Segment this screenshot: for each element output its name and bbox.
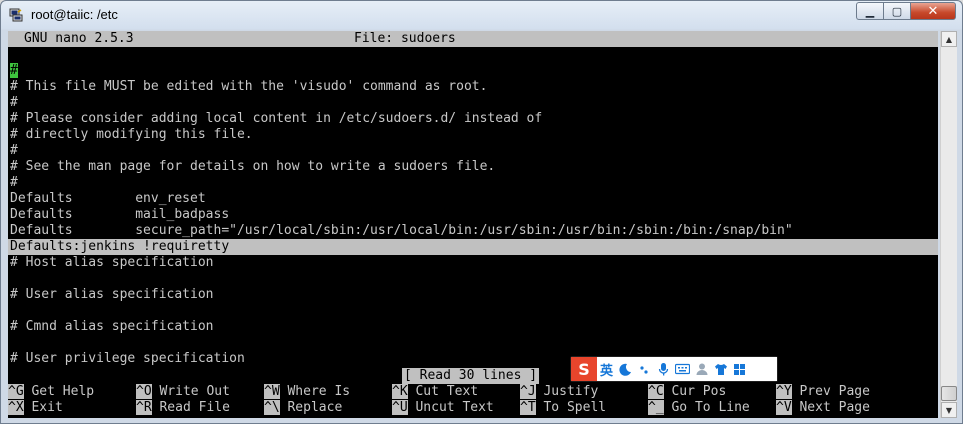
text-line: # User alias specification xyxy=(10,287,214,302)
shortcut-label: Where Is xyxy=(287,384,351,399)
shortcut-label: Cur Pos xyxy=(671,384,727,399)
shortcut-replace[interactable]: ^\ Replace xyxy=(264,400,342,416)
nano-version: GNU nano 2.5.3 xyxy=(24,31,134,46)
text-line: Defaults secure_path="/usr/local/sbin:/u… xyxy=(10,223,793,238)
text-cursor: # xyxy=(10,63,18,78)
shortcut-label: Justify xyxy=(543,384,599,399)
shortcut-uncut-text[interactable]: ^U Uncut Text xyxy=(392,400,494,416)
text-line: # This file MUST be edited with the 'vis… xyxy=(10,79,488,94)
shortcut-label: Cut Text xyxy=(415,384,479,399)
text-line: # See the man page for details on how to… xyxy=(10,159,496,174)
shortcut-key: ^V xyxy=(776,400,792,415)
shortcut-exit[interactable]: ^X Exit xyxy=(8,400,63,416)
shortcut-label: Uncut Text xyxy=(415,400,494,415)
sogou-logo-icon[interactable]: S xyxy=(571,357,597,381)
shortcut-key: ^_ xyxy=(648,400,664,415)
shortcut-go-to-line[interactable]: ^_ Go To Line xyxy=(648,400,750,416)
shortcut-where-is[interactable]: ^W Where Is xyxy=(264,384,350,400)
shortcut-key: ^W xyxy=(264,384,280,399)
shortcut-write-out[interactable]: ^O Write Out xyxy=(136,384,230,400)
shortcut-key: ^G xyxy=(8,384,24,399)
scroll-down-arrow[interactable]: ▼ xyxy=(941,402,957,418)
shortcut-key: ^J xyxy=(520,384,536,399)
minimize-button[interactable]: ▁ xyxy=(856,2,883,20)
shortcut-label: Get Help xyxy=(31,384,95,399)
shortcut-cut-text[interactable]: ^K Cut Text xyxy=(392,384,478,400)
shortcut-label: Next Page xyxy=(799,400,870,415)
shortcut-key: ^R xyxy=(136,400,152,415)
shortcut-justify[interactable]: ^J Justify xyxy=(520,384,598,400)
shortcut-label: Go To Line xyxy=(671,400,750,415)
shortcut-label: To Spell xyxy=(543,400,607,415)
shortcut-label: Read File xyxy=(159,400,230,415)
shortcut-label: Exit xyxy=(31,400,63,415)
shortcut-next-page[interactable]: ^V Next Page xyxy=(776,400,870,416)
shortcut-key: ^\ xyxy=(264,400,280,415)
grid-icon[interactable] xyxy=(730,359,749,379)
text-line: # xyxy=(10,175,18,190)
text-line: # xyxy=(10,143,18,158)
nano-file-label: File: sudoers xyxy=(354,31,456,46)
text-line: # User privilege specification xyxy=(10,351,245,366)
shortcut-label: Write Out xyxy=(159,384,230,399)
shortcut-read-file[interactable]: ^R Read File xyxy=(136,400,230,416)
shortcut-key: ^O xyxy=(136,384,152,399)
shortcut-to-spell[interactable]: ^T To Spell xyxy=(520,400,606,416)
text-line: Defaults mail_badpass xyxy=(10,207,230,222)
shortcut-key: ^U xyxy=(392,400,408,415)
text-line: # Cmnd alias specification xyxy=(10,319,214,334)
shirt-icon[interactable] xyxy=(711,359,730,379)
shortcut-get-help[interactable]: ^G Get Help xyxy=(8,384,94,400)
moon-icon[interactable] xyxy=(616,359,635,379)
user-icon[interactable] xyxy=(692,359,711,379)
shortcut-key: ^K xyxy=(392,384,408,399)
microphone-icon[interactable] xyxy=(654,359,673,379)
shortcut-prev-page[interactable]: ^Y Prev Page xyxy=(776,384,870,400)
highlighted-line: Defaults:jenkins !requiretty xyxy=(8,239,938,255)
putty-icon xyxy=(9,8,23,22)
terminal-window: root@taiic: /etc ▁ ▢ ✕ GNU nano 2.5.3 Fi… xyxy=(0,0,963,424)
text-line: # xyxy=(10,63,18,79)
scroll-up-arrow[interactable]: ▲ xyxy=(941,31,957,47)
keyboard-icon[interactable] xyxy=(673,359,692,379)
window-title: root@taiic: /etc xyxy=(31,7,118,22)
shortcut-cur-pos[interactable]: ^C Cur Pos xyxy=(648,384,726,400)
text-line: # Host alias specification xyxy=(10,255,214,270)
title-bar[interactable]: root@taiic: /etc ▁ ▢ ✕ xyxy=(1,1,962,29)
shortcut-key: ^X xyxy=(8,400,24,415)
text-line: Defaults env_reset xyxy=(10,191,206,206)
close-button[interactable]: ✕ xyxy=(910,2,956,20)
status-message: [ Read 30 lines ] xyxy=(402,368,540,384)
language-toggle[interactable]: 英 xyxy=(597,359,616,379)
text-line: # xyxy=(10,95,18,110)
vertical-scrollbar[interactable]: ▲ ▼ xyxy=(940,31,957,418)
shortcut-key: ^C xyxy=(648,384,664,399)
terminal-area[interactable]: GNU nano 2.5.3 File: sudoers # # This fi… xyxy=(8,31,938,418)
shortcut-key: ^Y xyxy=(776,384,792,399)
text-line: # Please consider adding local content i… xyxy=(10,111,543,126)
text-line: # directly modifying this file. xyxy=(10,127,253,142)
shortcut-label: Prev Page xyxy=(799,384,870,399)
shortcut-key: ^T xyxy=(520,400,536,415)
punctuation-icon[interactable] xyxy=(635,359,654,379)
ime-toolbar[interactable]: S 英 xyxy=(571,357,777,381)
window-controls: ▁ ▢ ✕ xyxy=(856,2,956,20)
nano-header-bar: GNU nano 2.5.3 File: sudoers xyxy=(8,31,938,47)
maximize-button[interactable]: ▢ xyxy=(883,2,910,20)
shortcut-label: Replace xyxy=(287,400,343,415)
scroll-thumb[interactable] xyxy=(941,386,957,401)
